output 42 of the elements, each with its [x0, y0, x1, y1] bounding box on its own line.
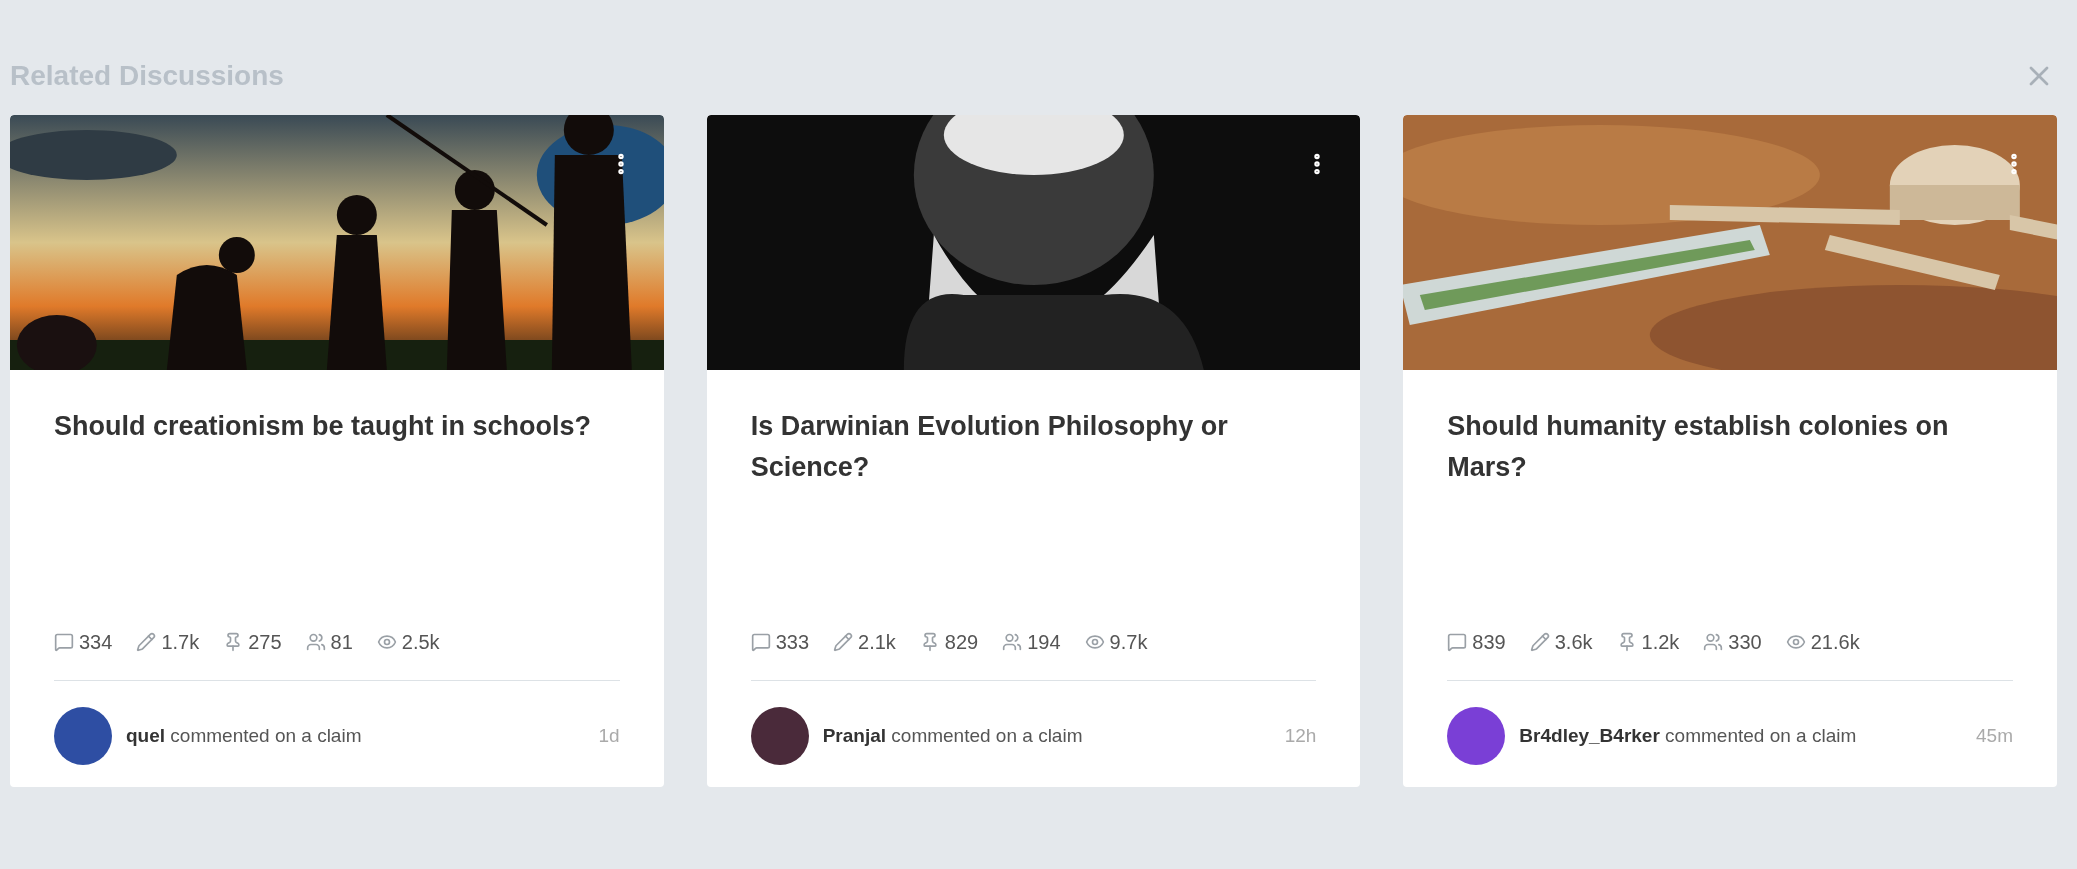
user-avatar[interactable]: [1447, 707, 1506, 765]
stat-value: 2.5k: [401, 630, 440, 655]
discussion-card[interactable]: Should humanity establish colonies on Mars? 839 3.6k 1.2k 330 21.6k Br4dley_B4rker commented on a claim 45m: [1403, 115, 2057, 787]
stat-value: 194: [1027, 630, 1061, 655]
stat-value: 839: [1472, 630, 1506, 655]
stat-value: 21.6k: [1810, 630, 1860, 655]
stat-value: 275: [248, 630, 282, 655]
activity-text: Pranjal commented on a claim: [822, 723, 1083, 748]
stat-value: 2.1k: [858, 630, 896, 655]
stat-value: 1.7k: [161, 630, 200, 655]
stat-value: 333: [775, 630, 810, 655]
stat-value: 330: [1728, 630, 1762, 655]
discussion-card[interactable]: Is Darwinian Evolution Philosophy or Science? 333 2.1k 829 194 9.7k Pranjal commented on a claim 12h: [706, 115, 1361, 787]
discussion-title[interactable]: Is Darwinian Evolution Philosophy or Science?: [750, 406, 1317, 624]
people-icon: [1703, 632, 1724, 652]
stat-value: 829: [944, 630, 979, 655]
pencil-icon: [136, 632, 157, 652]
comment-icon: [54, 632, 74, 652]
comment-icon: [750, 632, 771, 652]
discussion-title[interactable]: Should humanity establish colonies on Mars?: [1447, 406, 2013, 624]
activity-time: 45m: [1976, 723, 2013, 748]
discussion-title[interactable]: Should creationism be taught in schools?: [54, 406, 620, 624]
user-avatar[interactable]: [750, 707, 809, 765]
stat-value: 81: [330, 630, 353, 655]
eye-icon: [376, 632, 397, 652]
stat-value: 334: [79, 630, 113, 655]
comment-icon: [1447, 632, 1468, 652]
user-avatar[interactable]: [54, 707, 112, 765]
activity-text: quel commented on a claim: [126, 723, 362, 748]
eye-icon: [1084, 632, 1105, 652]
pencil-icon: [833, 632, 854, 652]
people-icon: [1002, 632, 1023, 652]
people-icon: [305, 632, 326, 652]
activity-time: 12h: [1284, 723, 1317, 748]
pencil-icon: [1529, 632, 1550, 652]
stat-value: 9.7k: [1109, 630, 1148, 655]
activity-text: Br4dley_B4rker commented on a claim: [1519, 723, 1857, 748]
stat-value: 3.6k: [1554, 630, 1593, 655]
stat-value: 1.2k: [1641, 630, 1680, 655]
eye-icon: [1785, 632, 1806, 652]
discussion-card[interactable]: Should creationism be taught in schools? 334 1.7k 275 81 2.5k quel commented on a claim 1d: [10, 115, 664, 787]
activity-time: 1d: [598, 723, 620, 748]
